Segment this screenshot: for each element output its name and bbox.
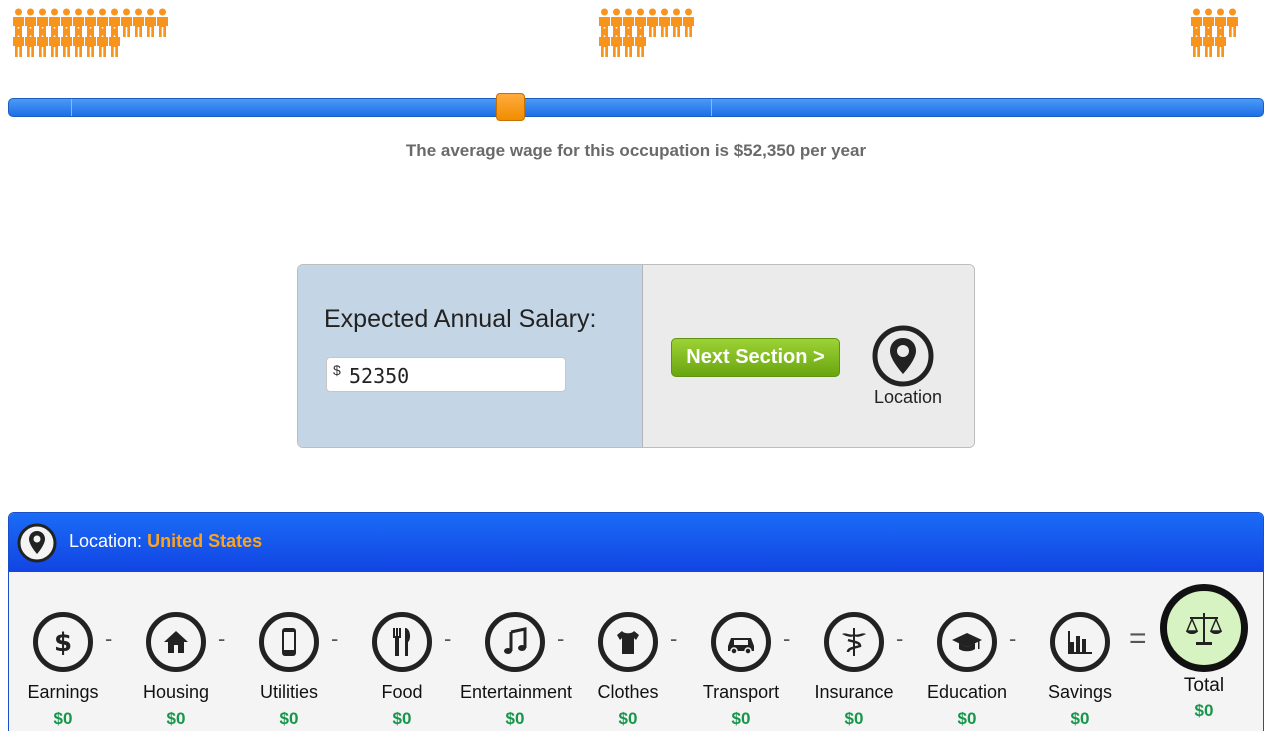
music-note-icon[interactable] [485,612,545,672]
category-entertainment[interactable]: Entertainment $0 [460,612,573,729]
location-pin-icon [17,523,57,568]
crowd-mid-wage-icon [598,8,695,57]
category-amount: $0 [166,709,186,728]
caduceus-icon[interactable] [824,612,884,672]
category-amount: $0 [957,709,977,728]
fork-knife-icon[interactable] [372,612,432,672]
category-label: Food [381,682,423,702]
total-summary[interactable]: Total $0 [1159,584,1249,721]
total-label: Total [1183,675,1225,696]
category-label: Insurance [814,682,894,702]
scales-icon[interactable] [1160,584,1248,672]
category-utilities[interactable]: Utilities $0 [234,612,344,729]
category-amount: $0 [844,709,864,728]
person-icon [634,28,647,58]
next-section-area: Next Section > Location [643,265,974,447]
minus-separator: - [1009,626,1017,651]
location-label: Location [873,387,943,407]
tshirt-icon[interactable] [598,612,658,672]
phone-icon[interactable] [259,612,319,672]
location-label: Location: [69,531,143,551]
category-amount: $0 [392,709,412,728]
svg-text:$: $ [54,628,72,658]
house-icon[interactable] [146,612,206,672]
category-amount: $0 [53,709,73,728]
category-insurance[interactable]: Insurance $0 [799,612,909,729]
graduation-cap-icon[interactable] [937,612,997,672]
category-savings[interactable]: Savings $0 [1025,612,1135,729]
minus-separator: - [331,626,339,651]
category-amount: $0 [731,709,751,728]
category-label: Housing [142,682,210,702]
minus-separator: - [218,626,226,651]
panel-header: Location: United States [9,513,1263,572]
location-title: Location: United States [69,531,262,552]
minus-separator: - [896,626,904,651]
wage-slider-track[interactable] [8,98,1264,117]
budget-panel: Location: United States $ Earnings $0- Hous… [8,512,1264,731]
category-label: Entertainment [460,682,573,702]
category-transport[interactable]: Transport $0 [686,612,796,729]
person-icon [156,8,169,38]
total-amount: $0 [1194,701,1214,720]
person-icon [1214,28,1227,58]
category-education[interactable]: Education $0 [912,612,1022,729]
slider-tick [711,99,712,116]
category-label: Utilities [259,682,318,702]
location-value[interactable]: United States [147,531,262,551]
dollar-icon[interactable]: $ [33,612,93,672]
budget-categories: $ Earnings $0 - Housing $0 - Utilities $0 - Food $0… [9,572,1263,731]
minus-separator: - [444,626,452,651]
category-amount: $0 [505,709,525,728]
salary-input-section: Expected Annual Salary: $ [298,265,643,447]
minus-separator: - [557,626,565,651]
equals-sign: = [1129,622,1147,655]
slider-tick [71,99,72,116]
category-label: Savings [1047,682,1113,702]
minus-separator: - [105,626,113,651]
salary-label: Expected Annual Salary: [324,305,597,333]
crowd-low-wage-icon [12,8,172,57]
location-pin-icon[interactable] [871,324,935,393]
crowd-high-wage-icon [1190,8,1246,57]
person-icon [1226,8,1239,38]
category-label: Clothes [597,682,659,702]
average-wage-text: The average wage for this occupation is … [405,141,867,160]
category-label: Education [926,682,1008,702]
person-icon [682,8,695,38]
minus-separator: - [670,626,678,651]
category-amount: $0 [1070,709,1090,728]
wage-slider-handle[interactable] [496,93,525,121]
next-section-button[interactable]: Next Section > [671,338,840,377]
category-label: Earnings [27,682,99,702]
category-label: Transport [702,682,780,702]
category-amount: $0 [279,709,299,728]
person-icon [108,28,121,58]
category-food[interactable]: Food $0 [347,612,457,729]
salary-input[interactable] [349,364,559,388]
category-housing[interactable]: Housing $0 [121,612,231,729]
minus-separator: - [783,626,791,651]
category-amount: $0 [618,709,638,728]
car-icon[interactable] [711,612,771,672]
salary-field[interactable]: $ [326,357,566,392]
category-earnings[interactable]: $ Earnings $0 [9,612,118,729]
salary-card: Expected Annual Salary: $ Next Section >… [297,264,975,448]
currency-symbol: $ [333,362,341,378]
bar-chart-icon[interactable] [1050,612,1110,672]
category-clothes[interactable]: Clothes $0 [573,612,683,729]
